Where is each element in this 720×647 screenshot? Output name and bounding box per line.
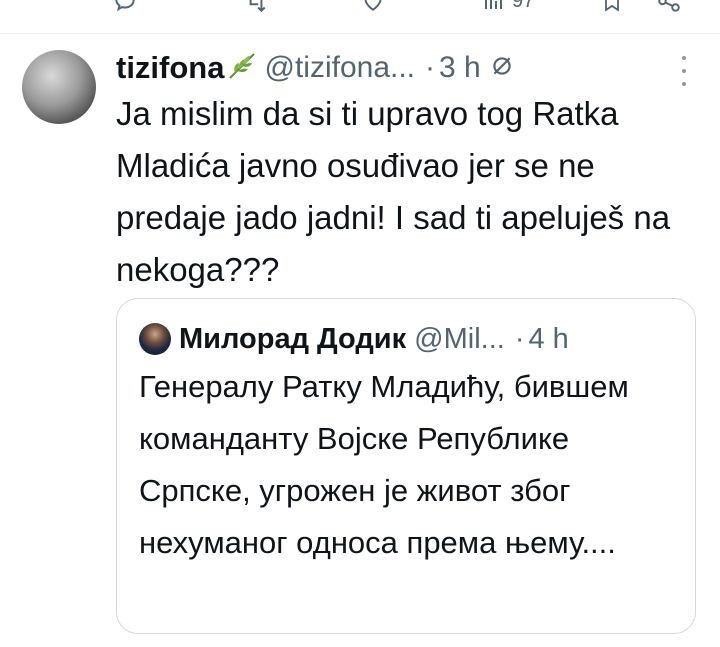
quoted-tweet-header: Милорад Додик @Mil... · 4 h [139, 319, 569, 359]
share-button[interactable] [655, 0, 683, 16]
reply-icon [115, 0, 135, 12]
quoted-tweet-text: Генералу Ратку Младићу, бившем командант… [139, 369, 629, 560]
quoted-display-name: Милорад Додик [179, 322, 407, 355]
retweet-button[interactable] [242, 0, 270, 16]
quoted-avatar [139, 323, 171, 355]
views-count: 97 [512, 0, 535, 12]
separator-dot: · [425, 51, 436, 84]
tweet-timestamp[interactable]: 3 h [439, 51, 481, 85]
tweet-action-bar: 97 [0, 0, 720, 16]
like-button[interactable] [360, 0, 386, 16]
reply-button[interactable] [112, 0, 138, 16]
bookmark-button[interactable] [600, 0, 624, 16]
leaf-emoji-icon [227, 51, 257, 86]
tweet-header: tizifona @tizifona... · 3 h [116, 48, 515, 88]
display-name[interactable]: tizifona [116, 50, 225, 86]
quoted-tweet-card[interactable]: Милорад Додик @Mil... · 4 h Генералу Рат… [116, 298, 696, 634]
tweet-divider [0, 33, 720, 34]
quoted-user-handle: @Mil... [414, 322, 505, 355]
avatar[interactable] [22, 50, 96, 124]
share-icon [658, 0, 680, 12]
retweet-icon [249, 0, 266, 13]
edit-icon [489, 53, 515, 84]
like-icon [364, 0, 382, 11]
more-icon[interactable] [676, 56, 692, 86]
views-icon [485, 0, 502, 9]
bookmark-icon [605, 0, 619, 12]
user-handle[interactable]: @tizifona... [265, 51, 416, 85]
views-button[interactable]: 97 [482, 0, 534, 16]
quoted-timestamp: 4 h [528, 322, 569, 355]
tweet-text: Ja mislim da si ti upravo tog Ratka Mlad… [116, 95, 671, 288]
quoted-separator-dot: · [514, 322, 525, 355]
